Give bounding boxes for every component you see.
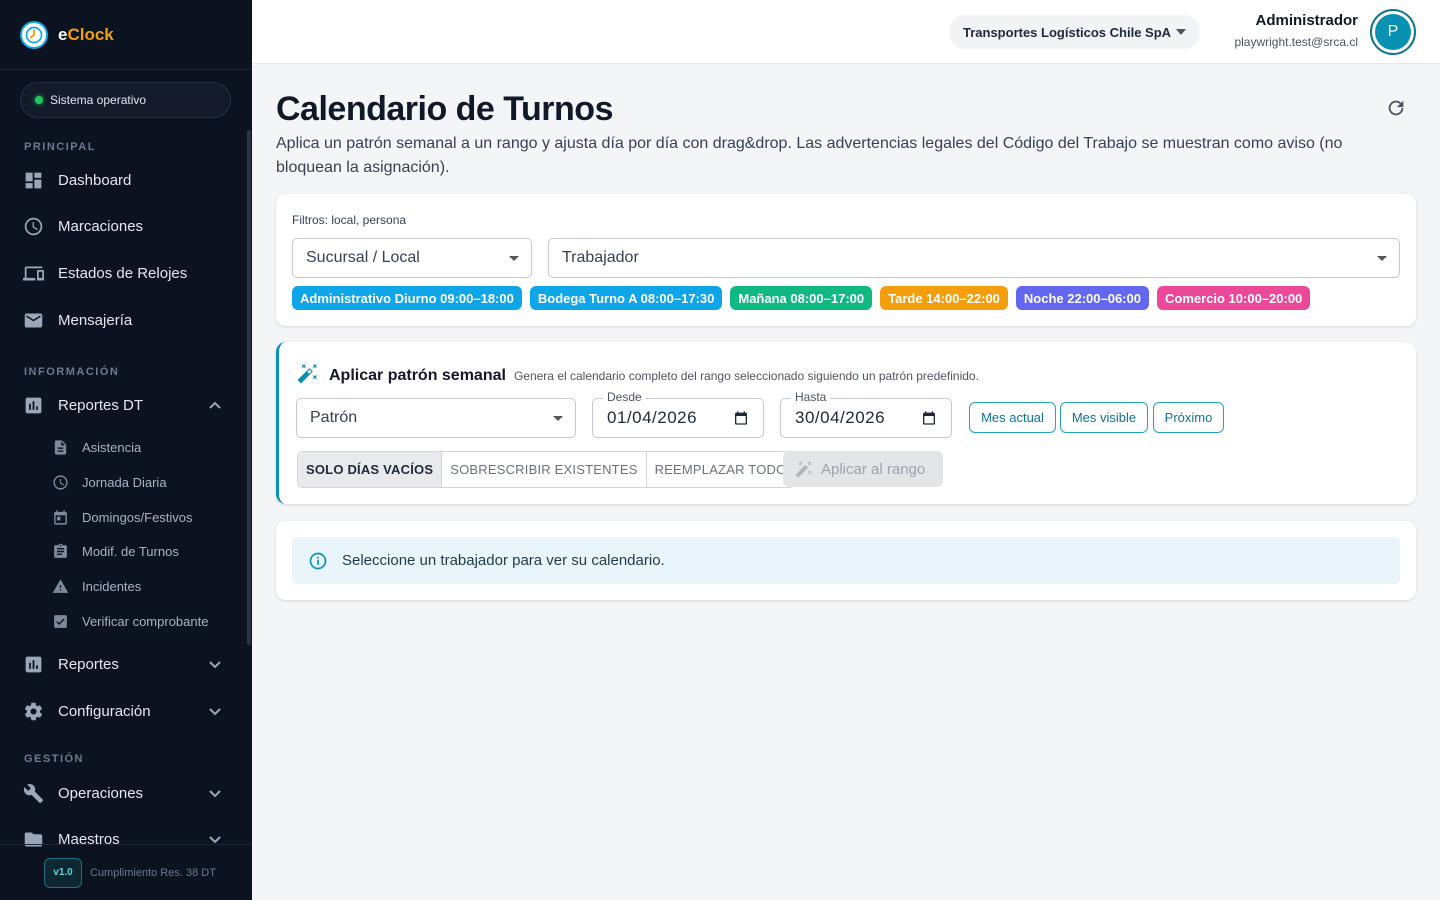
filters-card: Filtros: local, persona Sucursal / Local… — [276, 194, 1416, 326]
shift-chip[interactable]: Noche 22:00–06:00 — [1015, 286, 1149, 310]
caret-down-icon — [509, 256, 519, 261]
shift-chip[interactable]: Mañana 08:00–17:00 — [730, 286, 873, 310]
chevron-down-icon — [208, 704, 222, 718]
topbar: Transportes Logísticos Chile SpA Adminis… — [252, 0, 1440, 64]
calendar-icon[interactable] — [921, 410, 937, 426]
sidebar-item-mensajeria[interactable]: Mensajería — [22, 302, 228, 338]
clock-icon — [52, 473, 70, 491]
magic-wand-icon — [297, 362, 319, 389]
caret-down-icon — [553, 416, 563, 421]
refresh-icon[interactable] — [1385, 97, 1407, 119]
mode-sobrescribir[interactable]: SOBRESCRIBIR EXISTENTES — [442, 452, 647, 487]
pattern-card: Aplicar patrón semanal Genera el calenda… — [276, 342, 1416, 504]
chevron-down-icon — [208, 786, 222, 800]
page-title: Calendario de Turnos — [276, 90, 613, 128]
bar-chart-icon — [22, 394, 44, 416]
checklist-icon — [52, 612, 70, 630]
company-selector[interactable]: Transportes Logísticos Chile SpA — [949, 15, 1200, 49]
brand[interactable]: eClock — [0, 0, 252, 70]
dashboard-icon — [22, 169, 44, 191]
shift-chip[interactable]: Bodega Turno A 08:00–17:30 — [529, 286, 723, 310]
mail-icon — [22, 309, 44, 331]
sidebar-footer: v1.0 Cumplimiento Res. 38 DT — [0, 844, 252, 900]
devices-icon — [22, 262, 44, 284]
sidebar-item-dashboard[interactable]: Dashboard — [22, 162, 228, 198]
pattern-select[interactable]: Patrón — [296, 398, 576, 438]
shift-chip[interactable]: Comercio 10:00–20:00 — [1156, 286, 1311, 310]
document-icon — [52, 438, 70, 456]
mes-actual-button[interactable]: Mes actual — [969, 402, 1056, 433]
status-dot-icon — [35, 96, 43, 104]
info-icon — [309, 552, 327, 569]
sidebar-subitem-domingos[interactable]: Domingos/Festivos — [52, 503, 232, 531]
info-alert: Seleccione un trabajador para ver su cal… — [292, 537, 1400, 584]
trabajador-select[interactable]: Trabajador — [548, 238, 1400, 278]
caret-down-icon — [1377, 256, 1387, 261]
user-name: Administrador — [1255, 12, 1358, 29]
sidebar-subitem-jornada[interactable]: Jornada Diaria — [52, 468, 232, 496]
sidebar-item-reportes[interactable]: Reportes — [22, 646, 228, 682]
info-card: Seleccione un trabajador para ver su cal… — [276, 521, 1416, 600]
apply-range-button[interactable]: Aplicar al rango — [783, 451, 943, 487]
caret-down-icon — [1176, 29, 1186, 35]
mes-visible-button[interactable]: Mes visible — [1060, 402, 1148, 433]
sidebar-item-operaciones[interactable]: Operaciones — [22, 775, 228, 811]
pattern-description: Genera el calendario completo del rango … — [513, 368, 979, 383]
section-informacion: INFORMACIÓN — [24, 366, 120, 378]
page-subtitle: Aplica un patrón semanal a un rango y aj… — [276, 135, 1343, 176]
version-badge: v1.0 — [44, 857, 82, 888]
pattern-header: Aplicar patrón semanal Genera el calenda… — [297, 362, 979, 389]
shift-chip[interactable]: Tarde 14:00–22:00 — [880, 286, 1008, 310]
desde-label: Desde — [603, 390, 646, 404]
sucursal-select[interactable]: Sucursal / Local — [292, 238, 532, 278]
magic-wand-icon — [795, 461, 812, 478]
sidebar: eClock Sistema operativo PRINCIPAL Dashb… — [0, 0, 252, 900]
chevron-up-icon — [208, 398, 222, 412]
compliance-text: Cumplimiento Res. 38 DT — [90, 866, 216, 879]
sidebar-item-configuracion[interactable]: Configuración — [22, 693, 228, 729]
mode-solo-vacios[interactable]: SOLO DÍAS VACÍOS — [298, 452, 443, 487]
shift-chips: Administrativo Diurno 09:00–18:00 Bodega… — [292, 286, 1311, 310]
avatar[interactable]: P — [1370, 9, 1416, 55]
clipboard-icon — [52, 542, 70, 560]
pattern-title: Aplicar patrón semanal — [329, 366, 506, 384]
sidebar-item-estados-relojes[interactable]: Estados de Relojes — [22, 255, 228, 291]
hasta-date-input[interactable]: Hasta 30/04/2026 — [780, 390, 952, 438]
sidebar-subitem-asistencia[interactable]: Asistencia — [52, 433, 232, 461]
system-status: Sistema operativo — [20, 82, 231, 118]
eclock-logo-icon — [20, 20, 48, 49]
shift-chip[interactable]: Administrativo Diurno 09:00–18:00 — [292, 286, 522, 310]
calendar-icon[interactable] — [733, 410, 749, 426]
app-name: eClock — [58, 24, 114, 44]
mode-reemplazar[interactable]: REEMPLAZAR TODO — [647, 452, 795, 487]
mode-toggle-group: SOLO DÍAS VACÍOS SOBRESCRIBIR EXISTENTES… — [297, 451, 796, 488]
sidebar-item-reportes-dt[interactable]: Reportes DT — [22, 387, 228, 423]
clock-icon — [22, 215, 44, 237]
proximo-button[interactable]: Próximo — [1153, 402, 1224, 433]
user-email: playwright.test@srca.cl — [1234, 35, 1358, 49]
sidebar-subitem-verificar[interactable]: Verificar comprobante — [52, 607, 232, 635]
desde-date-input[interactable]: Desde 01/04/2026 — [592, 390, 764, 438]
sidebar-scrollbar[interactable] — [247, 130, 251, 645]
sidebar-subitem-modif-turnos[interactable]: Modif. de Turnos — [52, 537, 232, 565]
gear-icon — [22, 700, 44, 722]
filters-label: Filtros: local, persona — [292, 213, 407, 227]
wrench-icon — [22, 782, 44, 804]
chevron-down-icon — [208, 657, 222, 671]
section-principal: PRINCIPAL — [24, 141, 96, 153]
warning-icon — [52, 577, 70, 595]
sidebar-item-marcaciones[interactable]: Marcaciones — [22, 208, 228, 244]
calendar-icon — [52, 508, 70, 526]
section-gestion: GESTIÓN — [24, 753, 85, 765]
sidebar-subitem-incidentes[interactable]: Incidentes — [52, 572, 232, 600]
hasta-label: Hasta — [791, 390, 831, 404]
bar-chart-icon — [22, 653, 44, 675]
